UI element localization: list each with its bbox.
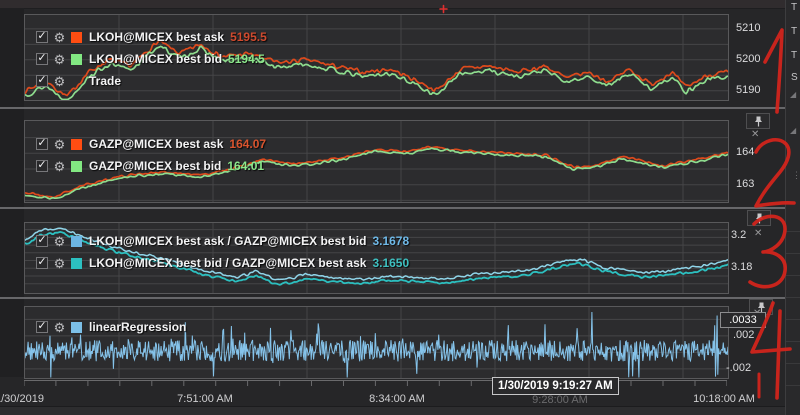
legend-row[interactable]: ✓ ⚙ Trade	[36, 74, 121, 88]
series-value: 5194.5	[228, 52, 265, 66]
legend-row[interactable]: ✓ ⚙ LKOH@MICEX best ask 5195.5	[36, 30, 267, 44]
window-top-strip	[0, 0, 800, 9]
x-axis-label: 10:18:00 AM	[693, 393, 755, 405]
series-value: 164.07	[229, 137, 266, 151]
pin-icon	[755, 213, 764, 224]
check-icon: ✓	[37, 31, 46, 41]
series-label: LKOH@MICEX best bid	[89, 52, 222, 66]
visibility-checkbox[interactable]: ✓	[36, 160, 48, 172]
grip-dots-icon: ⋮	[792, 170, 800, 181]
cursor-value-box: .0033	[720, 312, 766, 328]
linear-regression-plot[interactable]	[25, 307, 728, 378]
x-axis-label-occluded: 9:28:00 AM	[532, 394, 588, 406]
legend-row[interactable]: ✓ ⚙ linearRegression	[36, 320, 186, 334]
series-swatch-empty	[71, 76, 82, 87]
legend-row[interactable]: ✓ ⚙ LKOH@MICEX best bid / GAZP@MICEX bes…	[36, 256, 409, 270]
dock-row-lines	[786, 210, 800, 406]
series-swatch	[71, 322, 82, 333]
series-swatch	[71, 236, 82, 247]
x-axis-label: 7:51:00 AM	[177, 393, 233, 405]
dock-tab-fragment: T	[791, 2, 797, 13]
settings-gear-icon[interactable]: ⚙	[53, 75, 66, 88]
pin-panel-button[interactable]	[747, 210, 771, 226]
legend-row[interactable]: ✓ ⚙ LKOH@MICEX best bid 5194.5	[36, 52, 265, 66]
series-swatch	[71, 139, 82, 150]
check-icon: ✓	[37, 53, 46, 63]
pin-panel-button[interactable]	[746, 113, 770, 129]
settings-gear-icon[interactable]: ⚙	[53, 138, 66, 151]
series-label: GAZP@MICEX best ask	[89, 137, 223, 151]
series-value: 164.01	[227, 159, 264, 173]
series-value: 5195.5	[230, 30, 267, 44]
x-axis-date-label: 1/30/2019	[0, 393, 44, 405]
docked-panel-edge[interactable]: T T T S ◢ ◢ ⋮	[786, 0, 800, 415]
handwritten-1	[765, 30, 782, 112]
check-icon: ✓	[37, 257, 46, 267]
settings-gear-icon[interactable]: ⚙	[53, 31, 66, 44]
series-swatch	[71, 32, 82, 43]
settings-gear-icon[interactable]: ⚙	[53, 160, 66, 173]
dock-tab-fragment: T	[791, 50, 797, 61]
handwritten-3	[750, 216, 785, 286]
visibility-checkbox[interactable]: ✓	[36, 138, 48, 150]
series-label: LKOH@MICEX best ask	[89, 30, 224, 44]
legend-row[interactable]: ✓ ⚙ GAZP@MICEX best bid 164.01	[36, 159, 264, 173]
series-label: LKOH@MICEX best bid / GAZP@MICEX best as…	[89, 256, 366, 270]
check-icon: ✓	[37, 75, 46, 85]
series-label: linearRegression	[89, 320, 186, 334]
series-swatch	[71, 258, 82, 269]
dock-tab-fragment: S	[791, 72, 798, 83]
cursor-time-tooltip: 1/30/2019 9:19:27 AM	[492, 377, 619, 395]
bottom-strip	[0, 406, 800, 415]
series-swatch	[71, 161, 82, 172]
y-axis-label: 5210	[736, 22, 760, 34]
series-label: LKOH@MICEX best ask / GAZP@MICEX best bi…	[89, 234, 366, 248]
legend-row[interactable]: ✓ ⚙ LKOH@MICEX best ask / GAZP@MICEX bes…	[36, 234, 409, 248]
legend-row[interactable]: ✓ ⚙ GAZP@MICEX best ask 164.07	[36, 137, 266, 151]
check-icon: ✓	[37, 138, 46, 148]
dock-tab-fragment: T	[791, 26, 797, 37]
panel-splitter-3[interactable]	[0, 297, 800, 299]
y-axis-label: 163	[736, 178, 754, 190]
visibility-checkbox[interactable]: ✓	[36, 53, 48, 65]
time-axis-ticks	[24, 377, 727, 387]
y-axis-label: 3.2	[731, 229, 746, 241]
trading-charts-window: ✓ ⚙ LKOH@MICEX best ask 5195.5 ✓ ⚙ LKOH@…	[0, 0, 800, 415]
visibility-checkbox[interactable]: ✓	[36, 235, 48, 247]
panel-splitter-1[interactable]	[0, 107, 800, 109]
visibility-checkbox[interactable]: ✓	[36, 31, 48, 43]
left-margin	[0, 8, 24, 377]
x-axis-label: 8:34:00 AM	[369, 393, 425, 405]
y-axis-label: 164	[736, 146, 754, 158]
check-icon: ✓	[37, 160, 46, 170]
settings-gear-icon[interactable]: ⚙	[53, 53, 66, 66]
series-label: GAZP@MICEX best bid	[89, 159, 221, 173]
panel-splitter-2[interactable]	[0, 207, 800, 209]
check-icon: ✓	[37, 235, 46, 245]
series-value: 3.1650	[372, 256, 409, 270]
settings-gear-icon[interactable]: ⚙	[53, 321, 66, 334]
expander-triangle-icon: ◢	[790, 90, 796, 99]
settings-gear-icon[interactable]: ⚙	[53, 235, 66, 248]
visibility-checkbox[interactable]: ✓	[36, 257, 48, 269]
series-label: Trade	[89, 74, 121, 88]
y-axis-label: .002	[733, 329, 754, 341]
handwritten-4-stem	[777, 311, 780, 398]
close-panel-icon[interactable]: ✕	[751, 130, 759, 140]
chart-panel-4[interactable]	[24, 306, 729, 379]
settings-gear-icon[interactable]: ⚙	[53, 257, 66, 270]
series-value: 3.1678	[372, 234, 409, 248]
expander-triangle-icon: ◢	[790, 126, 796, 135]
y-axis-label: -.002	[726, 362, 751, 374]
series-swatch	[71, 54, 82, 65]
y-axis-label: 5190	[736, 84, 760, 96]
close-panel-icon[interactable]: ✕	[754, 229, 762, 239]
check-icon: ✓	[37, 321, 46, 331]
pin-icon	[754, 116, 763, 127]
visibility-checkbox[interactable]: ✓	[36, 321, 48, 333]
y-axis-label: 3.18	[731, 261, 752, 273]
y-axis-label: 5200	[736, 53, 760, 65]
visibility-checkbox[interactable]: ✓	[36, 75, 48, 87]
